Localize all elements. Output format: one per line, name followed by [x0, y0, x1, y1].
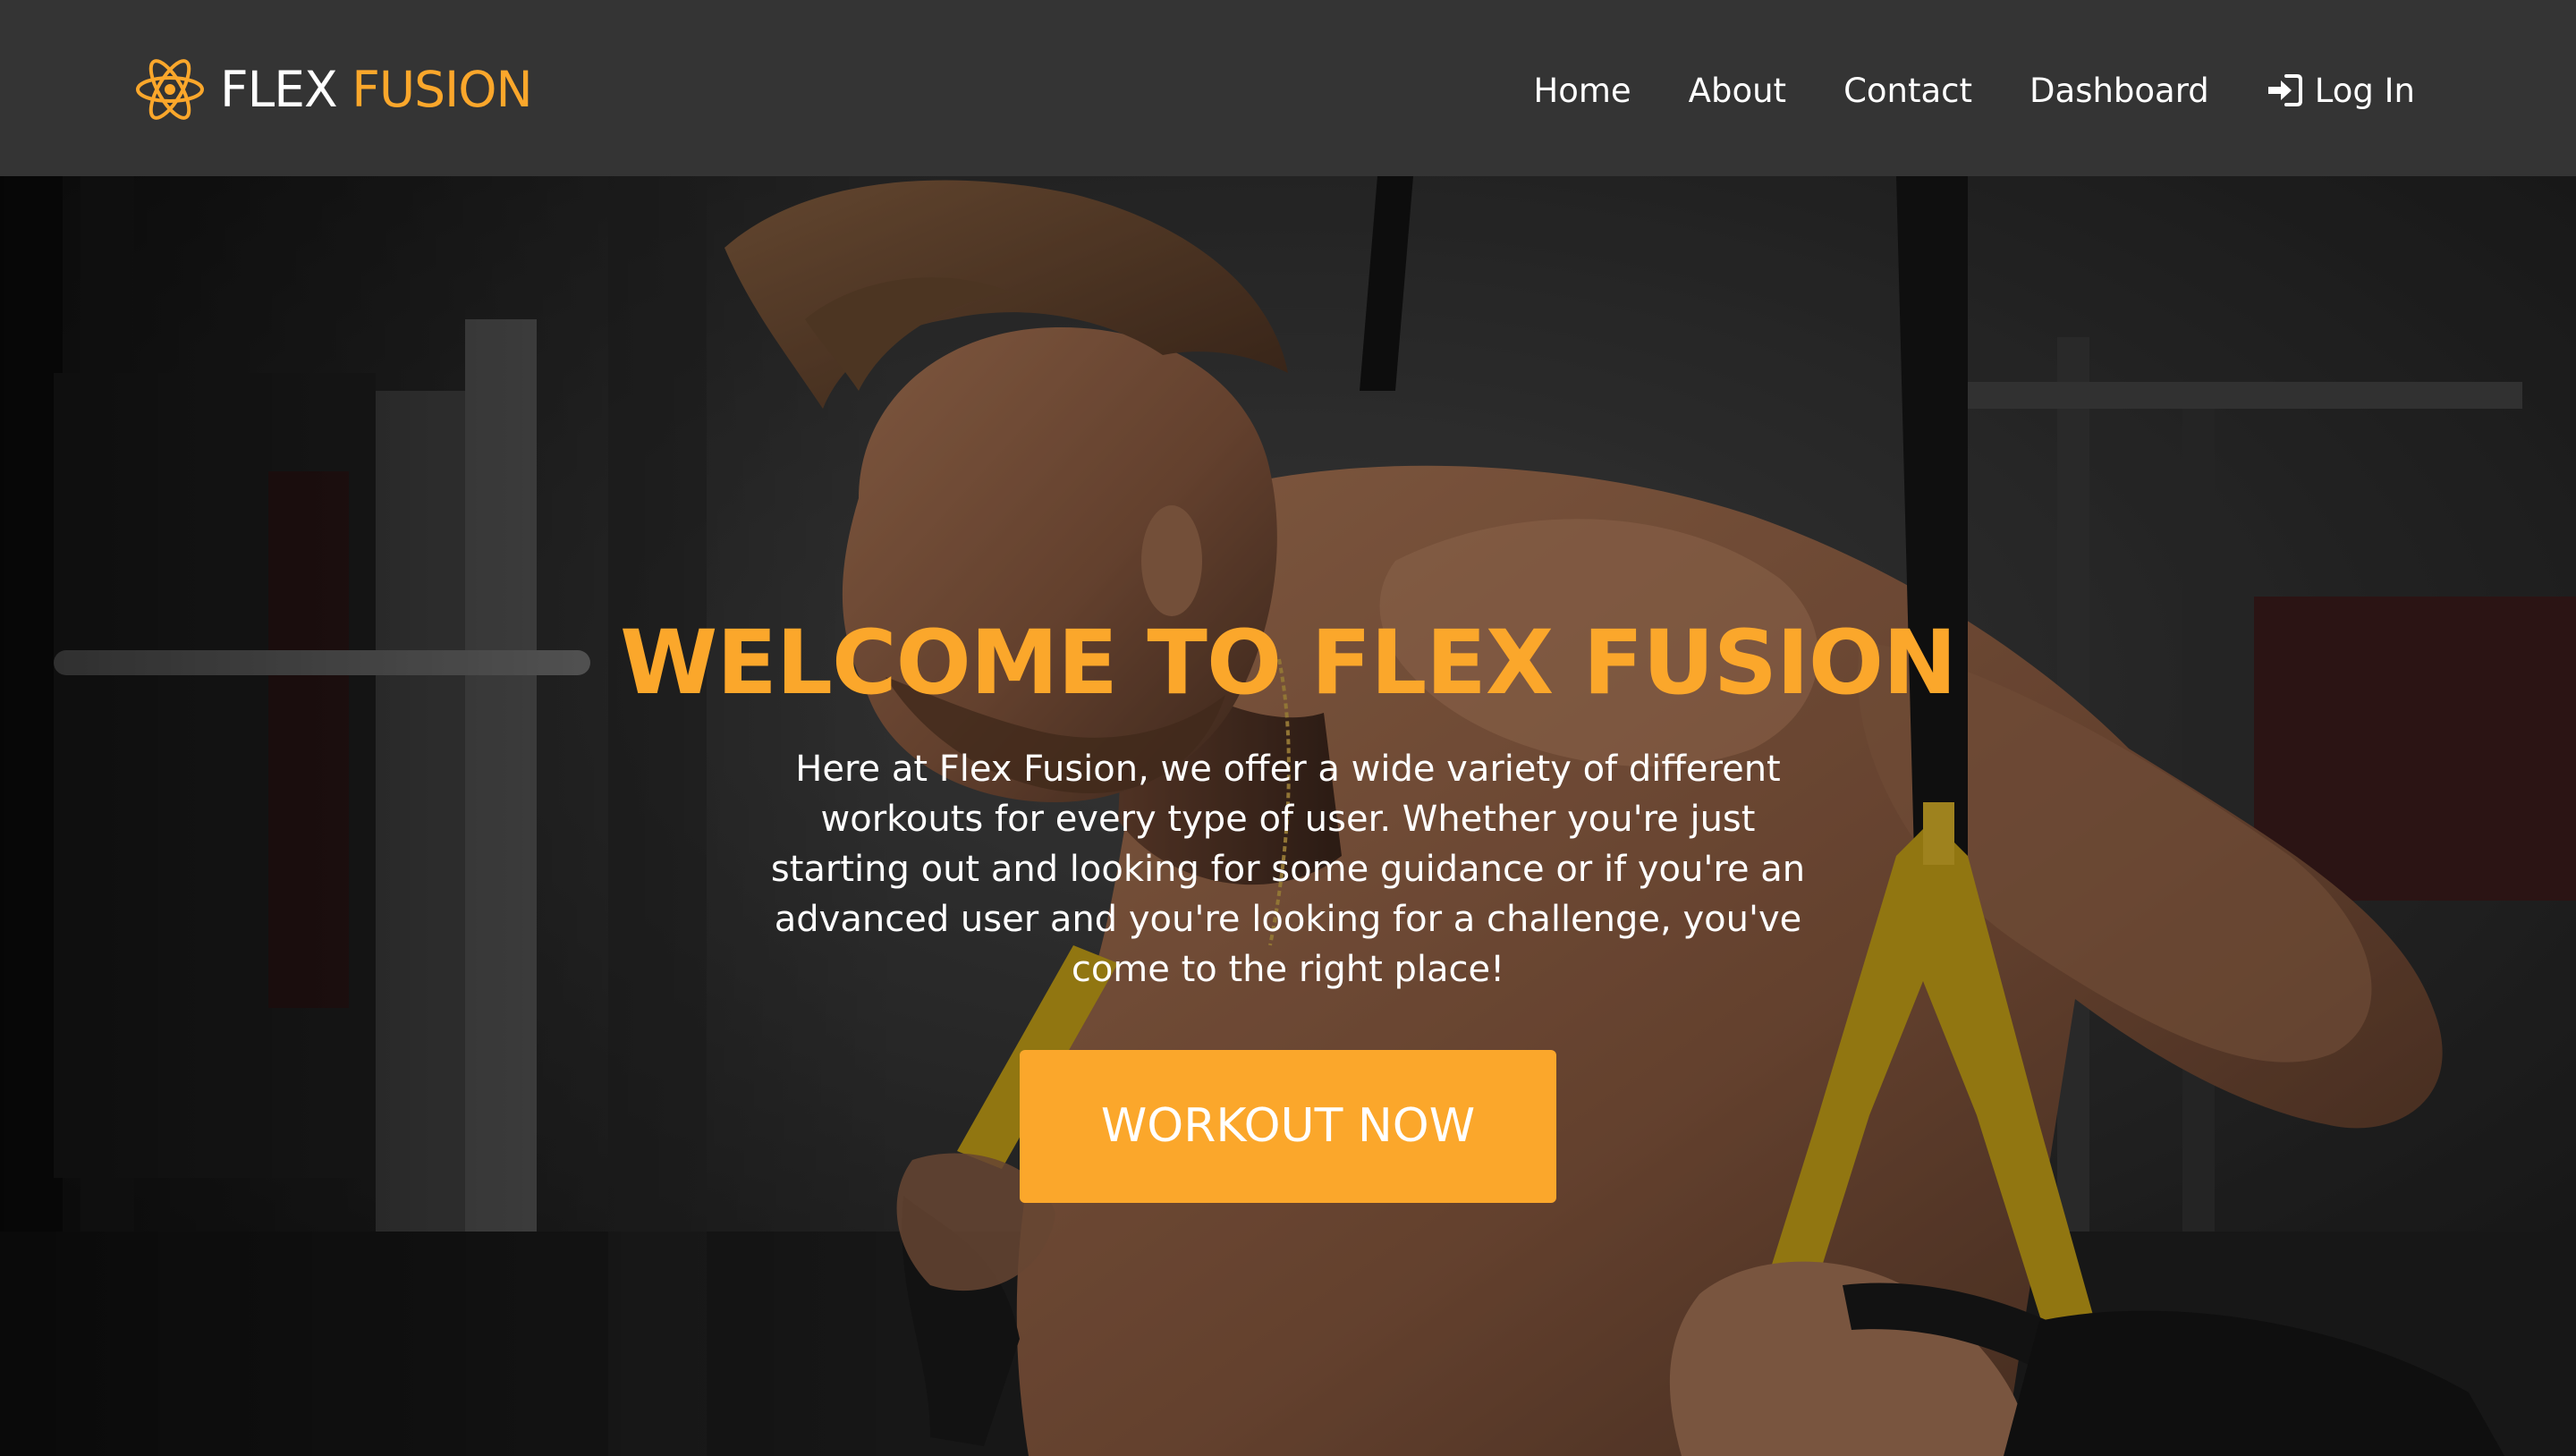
brand-name: FLEX FUSION: [220, 64, 533, 114]
hero-section: WELCOME TO FLEX FUSION Here at Flex Fusi…: [0, 176, 2576, 1456]
nav-login-label: Log In: [2314, 71, 2415, 110]
hero-content: WELCOME TO FLEX FUSION Here at Flex Fusi…: [572, 614, 2004, 1203]
brand-name-flex: FLEX: [220, 60, 338, 118]
hero-description: Here at Flex Fusion, we offer a wide var…: [770, 748, 1806, 990]
sign-in-icon: [2267, 74, 2302, 106]
nav-dashboard-link[interactable]: Dashboard: [2029, 74, 2209, 107]
nav-contact-link[interactable]: Contact: [1843, 74, 1972, 107]
nav-links: Home About Contact Dashboard Log In: [1533, 59, 2415, 122]
nav-home-link[interactable]: Home: [1533, 74, 1631, 107]
workout-now-button[interactable]: WORKOUT NOW: [1020, 1049, 1556, 1203]
atom-icon: [136, 59, 204, 120]
brand-logo-link[interactable]: FLEX FUSION: [134, 52, 533, 127]
nav-login-link[interactable]: Log In: [2267, 72, 2415, 108]
hero-title: WELCOME TO FLEX FUSION: [620, 612, 1957, 715]
brand-name-fusion: FUSION: [352, 60, 532, 118]
navbar: FLEX FUSION Home About Contact Dashboard…: [0, 0, 2576, 176]
nav-about-link[interactable]: About: [1689, 74, 1786, 107]
landing-page: FLEX FUSION Home About Contact Dashboard…: [0, 0, 2576, 1456]
